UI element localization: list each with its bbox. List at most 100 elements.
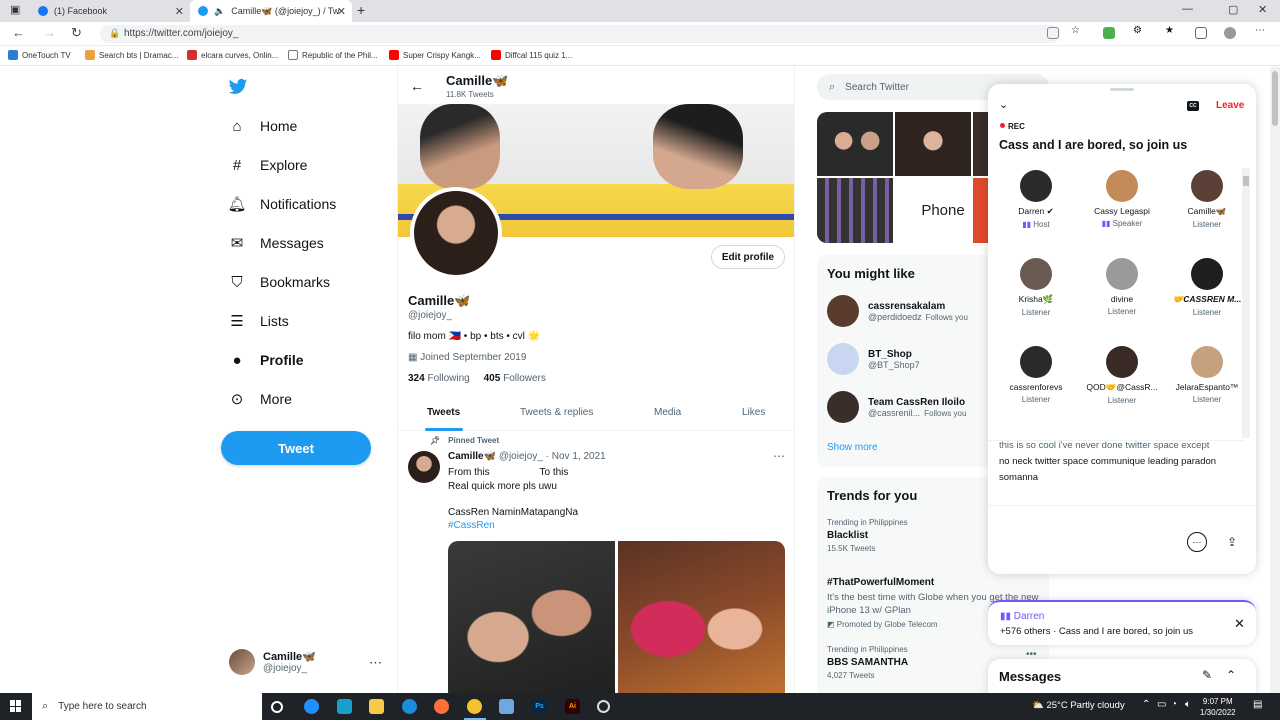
tab-twitter[interactable]: 🔈 Camille🦋 (@joiejoy_) / Tw ✕ (190, 0, 352, 22)
participant[interactable]: Cassy Legaspi ▮▮ Speaker (1079, 170, 1165, 228)
edge-icon[interactable] (402, 699, 417, 714)
windows-start-icon[interactable] (10, 700, 22, 712)
nav-item-profile[interactable]: ● Profile (228, 351, 303, 369)
nav-item-lists[interactable]: ☰ Lists (228, 312, 289, 330)
apps-icon[interactable] (1047, 27, 1059, 39)
nav-item-bookmarks[interactable]: ⛉ Bookmarks (228, 273, 330, 291)
profile-avatar-icon[interactable] (1224, 27, 1236, 39)
share-icon[interactable]: ⇪ (1222, 532, 1242, 552)
favorite-star-icon[interactable]: ☆ (1071, 25, 1083, 37)
participant[interactable]: QOD🤝@CassR... Listener (1079, 346, 1165, 405)
close-window-button[interactable]: ✕ (1258, 3, 1267, 16)
drag-handle[interactable] (1110, 88, 1134, 91)
show-more-link[interactable]: Show more (827, 442, 878, 453)
close-tab-icon[interactable]: ✕ (337, 5, 346, 18)
volume-icon[interactable]: 🔈︎ (1185, 699, 1191, 710)
photoshop-icon[interactable]: Ps (532, 699, 547, 714)
participant[interactable]: 🤝CASSREN M... Listener (1164, 258, 1244, 317)
participant[interactable]: Krisha🌿 Listener (993, 258, 1079, 317)
scrollbar-thumb[interactable] (1243, 176, 1249, 186)
tab-tweets-replies[interactable]: Tweets & replies (520, 407, 593, 418)
participant[interactable]: cassrenforevs Listener (993, 346, 1079, 404)
followers-link[interactable]: 405 Followers (484, 373, 546, 384)
leave-button[interactable]: Leave (1216, 100, 1244, 111)
favorites-icon[interactable]: ★ (1165, 25, 1177, 37)
suggested-account[interactable]: Team CassRen Iloilo @cassrenil... Follows… (827, 391, 966, 423)
menu-dots-icon[interactable]: ⋯ (1255, 25, 1267, 37)
illustrator-icon[interactable]: Ai (565, 699, 580, 714)
nav-item-home[interactable]: ⌂ Home (228, 117, 297, 135)
edit-profile-button[interactable]: Edit profile (711, 245, 785, 269)
account-switcher[interactable]: Camille🦋 @joiejoy_ ⋯ (229, 649, 382, 675)
bookmark-item[interactable]: Super Crispy Kangk... (389, 50, 481, 60)
firefox-icon[interactable] (434, 699, 449, 714)
bookmark-item[interactable]: Republic of the Phil... (288, 50, 378, 60)
nav-item-notifications[interactable]: 🔔︎ Notifications (227, 195, 336, 213)
network-icon[interactable]: ▭ (1157, 699, 1166, 710)
tab-actions-icon[interactable]: ▣ (10, 3, 20, 16)
tray-chevron-icon[interactable]: ⌃ (1142, 699, 1150, 710)
url-field[interactable]: 🔒 https://twitter.com/joiejoy_ (100, 25, 1060, 43)
notifications-icon[interactable]: ▤ (1253, 699, 1262, 710)
tweet-more-icon[interactable]: ⋯ (773, 449, 785, 463)
file-explorer-icon[interactable] (369, 699, 384, 714)
media-thumbnail[interactable] (817, 112, 893, 176)
profile-avatar[interactable] (410, 187, 502, 279)
participant[interactable]: Darren ✔ ▮▮ Host (993, 170, 1079, 229)
twitter-logo-icon[interactable] (228, 77, 248, 97)
participant[interactable]: divine Listener (1079, 258, 1165, 316)
cortana-icon[interactable] (271, 701, 283, 713)
forward-button[interactable]: → (43, 25, 56, 40)
captions-toggle-icon[interactable]: CC (1187, 101, 1199, 111)
tweet-author-name[interactable]: Camille🦋 (448, 451, 496, 462)
suggested-account[interactable]: BT_Shop @BT_Shop7 (827, 343, 920, 375)
back-button[interactable]: ← (12, 25, 25, 40)
bookmark-item[interactable]: Search bts | Dramac... (85, 50, 178, 60)
following-link[interactable]: 324 Following (408, 373, 470, 384)
chrome-icon[interactable] (467, 699, 482, 714)
weather-widget[interactable]: ⛅ 25°C Partly cloudy (1032, 700, 1125, 711)
media-thumbnail[interactable]: Phone (895, 178, 971, 243)
tab-tweets[interactable]: Tweets (427, 407, 460, 418)
bookmark-item[interactable]: Diffcal 115 quiz 1... (491, 50, 572, 60)
page-scrollbar[interactable] (1270, 67, 1280, 693)
maximize-button[interactable]: ▢ (1228, 3, 1238, 16)
close-tab-icon[interactable]: ✕ (175, 5, 184, 18)
extensions-puzzle-icon[interactable]: ⚙ (1133, 25, 1145, 37)
tweet-photo[interactable] (618, 541, 785, 693)
suggested-account[interactable]: cassrensakalam @perdidoedz Follows you (827, 295, 968, 327)
bookmark-item[interactable]: elcara curves, Onlin... (187, 50, 278, 60)
minimize-button[interactable]: — (1182, 3, 1193, 15)
store-icon[interactable] (337, 699, 352, 714)
close-icon[interactable]: ✕ (1234, 616, 1245, 632)
reactions-icon[interactable]: ⋯ (1187, 532, 1207, 552)
app-icon[interactable] (499, 699, 514, 714)
new-tab-button[interactable]: + (357, 2, 365, 18)
browser-icon[interactable] (304, 699, 319, 714)
media-thumbnail[interactable] (895, 112, 971, 176)
tweet-avatar[interactable] (408, 451, 440, 483)
bookmark-item[interactable]: OneTouch TV (8, 50, 71, 60)
more-dots-icon[interactable]: ⋯ (369, 655, 382, 671)
collapse-chevron-icon[interactable]: ⌄ (999, 98, 1008, 111)
participant[interactable]: JelaraEspanto™ Listener (1164, 346, 1244, 404)
taskbar-search-input[interactable]: ⌕ Type here to search (32, 693, 262, 720)
tab-likes[interactable]: Likes (742, 407, 765, 418)
tweet-hashtag-link[interactable]: #CassRen (448, 520, 495, 531)
collections-icon[interactable] (1195, 27, 1207, 39)
nav-item-messages[interactable]: ✉ Messages (228, 234, 324, 252)
reload-button[interactable]: ↻ (71, 25, 82, 41)
extension-icon[interactable] (1103, 27, 1115, 39)
tab-media[interactable]: Media (654, 407, 681, 418)
tab-facebook[interactable]: (1) Facebook ✕ (30, 0, 190, 22)
tweet-button[interactable]: Tweet (221, 431, 371, 465)
obs-icon[interactable] (597, 700, 610, 713)
participants-scrollbar[interactable] (1242, 168, 1250, 438)
nav-item-explore[interactable]: # Explore (228, 156, 308, 174)
tweet-photo[interactable] (448, 541, 615, 693)
media-thumbnail[interactable] (817, 178, 893, 243)
wifi-icon[interactable]: ◔ (1171, 699, 1177, 710)
speaker-icon[interactable]: 🔈 (214, 6, 225, 17)
participant[interactable]: Camille🦋 Listener (1164, 170, 1244, 229)
nav-item-more[interactable]: ⊙ More (228, 390, 292, 408)
